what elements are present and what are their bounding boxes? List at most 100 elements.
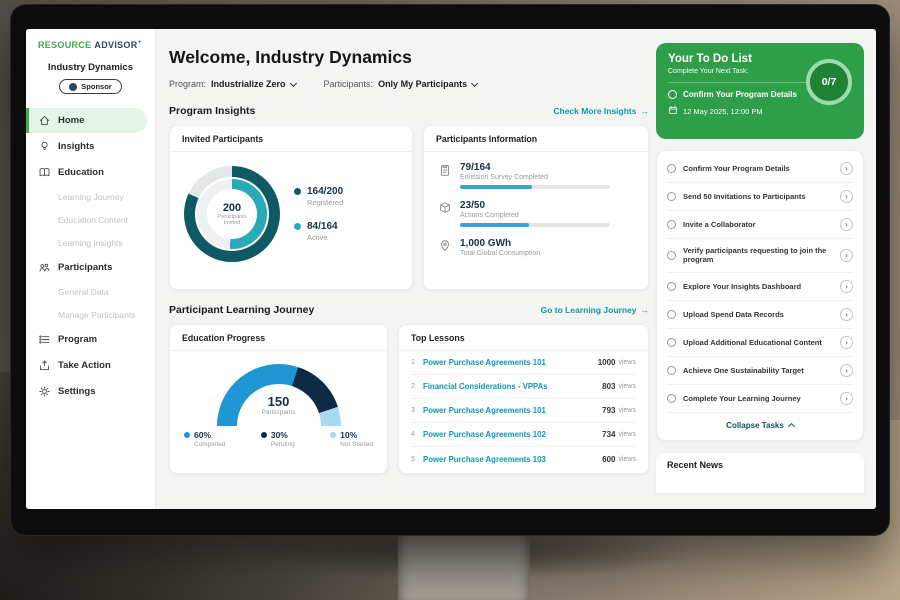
lesson-title-link[interactable]: Power Purchase Agreements 101 xyxy=(423,406,602,415)
card-title: Education Progress xyxy=(170,325,387,351)
chevron-right-icon[interactable]: › xyxy=(840,249,853,262)
card-title: Participants Information xyxy=(424,126,648,152)
program-filter-value: Industrialize Zero xyxy=(211,79,286,89)
lesson-row[interactable]: 2 Financial Considerations - VPPAs 803 v… xyxy=(411,375,636,399)
task-row[interactable]: Explore Your Insights Dashboard › xyxy=(667,273,853,301)
donut-ring-inner: 200 Participants Invited xyxy=(197,179,267,249)
sponsor-label: Sponsor xyxy=(81,82,111,91)
chevron-right-icon[interactable]: › xyxy=(840,308,853,321)
task-checkbox[interactable] xyxy=(667,282,676,291)
chevron-right-icon[interactable]: › xyxy=(840,218,853,231)
task-checkbox[interactable] xyxy=(667,220,676,229)
sidebar-item-insights[interactable]: Insights xyxy=(26,134,155,159)
legend-label: Completed xyxy=(194,441,225,448)
info-value: 79/164 xyxy=(460,162,610,173)
sidebar-item-label: Insights xyxy=(58,141,94,152)
sidebar-item-program[interactable]: Program xyxy=(26,327,155,352)
go-to-learning-journey-link[interactable]: Go to Learning Journey → xyxy=(541,305,649,315)
chevron-right-icon[interactable]: › xyxy=(840,336,853,349)
lesson-row[interactable]: 5 Power Purchase Agreements 103 600 view… xyxy=(411,447,636,471)
arrow-right-icon: → xyxy=(641,305,650,315)
sponsor-badge[interactable]: Sponsor xyxy=(59,79,121,94)
sidebar-item-education[interactable]: Education xyxy=(26,160,155,185)
chevron-right-icon[interactable]: › xyxy=(840,280,853,293)
sidebar-item-take-action[interactable]: Take Action xyxy=(26,353,155,378)
task-row[interactable]: Upload Spend Data Records › xyxy=(667,301,853,329)
legend-label: Pending xyxy=(271,441,295,448)
legend-dot xyxy=(294,188,301,195)
progress-fill xyxy=(460,223,529,227)
task-label: Verify participants requesting to join t… xyxy=(683,246,833,265)
program-filter-dropdown[interactable]: Program: Industrialize Zero xyxy=(169,79,296,89)
task-checkbox[interactable] xyxy=(667,394,676,403)
chevron-right-icon[interactable]: › xyxy=(840,162,853,175)
people-icon xyxy=(38,261,51,274)
lesson-views-value: 1000 xyxy=(598,358,616,367)
task-row[interactable]: Upload Additional Educational Content › xyxy=(667,329,853,357)
task-label: Achieve One Sustainability Target xyxy=(683,366,833,375)
task-row[interactable]: Complete Your Learning Journey › xyxy=(667,385,853,413)
legend-dot xyxy=(294,223,301,230)
lesson-title-link[interactable]: Power Purchase Agreements 102 xyxy=(423,430,602,439)
lesson-row[interactable]: 1 Power Purchase Agreements 101 1000 vie… xyxy=(411,351,636,375)
task-row[interactable]: Invite a Collaborator › xyxy=(667,211,853,239)
gauge-center-value: 150 xyxy=(170,394,387,409)
participants-filter-value: Only My Participants xyxy=(378,79,467,89)
sidebar-item-settings[interactable]: Settings xyxy=(26,379,155,404)
lesson-title-link[interactable]: Power Purchase Agreements 103 xyxy=(423,455,602,464)
sidebar-item-home[interactable]: Home xyxy=(26,108,147,133)
task-checkbox[interactable] xyxy=(667,338,676,347)
scene: RESOURCEADVISOR+ Industry Dynamics Spons… xyxy=(0,0,900,600)
info-label: Total Global Consumption xyxy=(460,250,540,257)
lesson-title-link[interactable]: Financial Considerations - VPPAs xyxy=(423,382,602,391)
task-checkbox[interactable] xyxy=(667,366,676,375)
sidebar-item-general-data[interactable]: General Data xyxy=(26,281,155,303)
donut-center-value: 200 xyxy=(223,202,241,214)
lesson-views-label: views xyxy=(618,359,636,366)
legend-item-completed: 60% Completed xyxy=(184,430,225,448)
lesson-views-value: 734 xyxy=(602,430,615,439)
sidebar-item-label: Education xyxy=(58,167,104,178)
task-row[interactable]: Verify participants requesting to join t… xyxy=(667,239,853,273)
program-filter-label: Program: xyxy=(169,79,206,89)
check-more-insights-link[interactable]: Check More Insights → xyxy=(553,106,649,116)
sidebar-item-learning-insights[interactable]: Learning Insights xyxy=(26,232,155,254)
todo-next-task[interactable]: Confirm Your Program Details xyxy=(668,82,808,99)
legend-dot xyxy=(261,432,267,438)
gear-icon xyxy=(38,385,51,398)
collapse-tasks-button[interactable]: Collapse Tasks xyxy=(667,413,853,436)
donut-gap: 200 Participants Invited xyxy=(195,177,269,251)
program-insights-cards: Invited Participants 200 Participants In… xyxy=(169,125,649,290)
legend-value: 60% xyxy=(194,430,211,440)
lesson-rank: 2 xyxy=(411,383,423,390)
task-checkbox[interactable] xyxy=(668,90,677,99)
book-icon xyxy=(38,166,51,179)
sidebar-item-education-content[interactable]: Education Content xyxy=(26,209,155,231)
section-title-learning-journey: Participant Learning Journey xyxy=(169,304,314,316)
sidebar-item-label: Home xyxy=(58,115,84,126)
chevron-right-icon[interactable]: › xyxy=(840,364,853,377)
sidebar-item-learning-journey[interactable]: Learning Journey xyxy=(26,186,155,208)
task-checkbox[interactable] xyxy=(667,164,676,173)
lesson-title-link[interactable]: Power Purchase Agreements 101 xyxy=(423,358,598,367)
task-row[interactable]: Send 50 Invitations to Participants › xyxy=(667,183,853,211)
lesson-row[interactable]: 4 Power Purchase Agreements 102 734 view… xyxy=(411,423,636,447)
org-name: Industry Dynamics xyxy=(26,62,155,73)
chevron-right-icon[interactable]: › xyxy=(840,190,853,203)
lesson-row[interactable]: 3 Power Purchase Agreements 101 793 view… xyxy=(411,399,636,423)
task-checkbox[interactable] xyxy=(667,192,676,201)
legend-item-registered: 164/200 Registered xyxy=(294,186,343,207)
task-row[interactable]: Confirm Your Program Details › xyxy=(667,155,853,183)
chevron-down-icon xyxy=(471,79,478,86)
chevron-right-icon[interactable]: › xyxy=(840,392,853,405)
education-progress-card: Education Progress 150 Participants 60% … xyxy=(169,324,388,474)
sidebar-item-manage-participants[interactable]: Manage Participants xyxy=(26,304,155,326)
donut-legend: 164/200 Registered 84/164 Active xyxy=(294,186,343,242)
task-row[interactable]: Achieve One Sustainability Target › xyxy=(667,357,853,385)
page-title: Welcome, Industry Dynamics xyxy=(169,47,649,68)
legend-item-not-started: 10% Not Started xyxy=(330,430,373,448)
task-checkbox[interactable] xyxy=(667,310,676,319)
task-checkbox[interactable] xyxy=(667,251,676,260)
participants-filter-dropdown[interactable]: Participants: Only My Participants xyxy=(324,79,478,89)
sidebar-item-participants[interactable]: Participants xyxy=(26,255,155,280)
